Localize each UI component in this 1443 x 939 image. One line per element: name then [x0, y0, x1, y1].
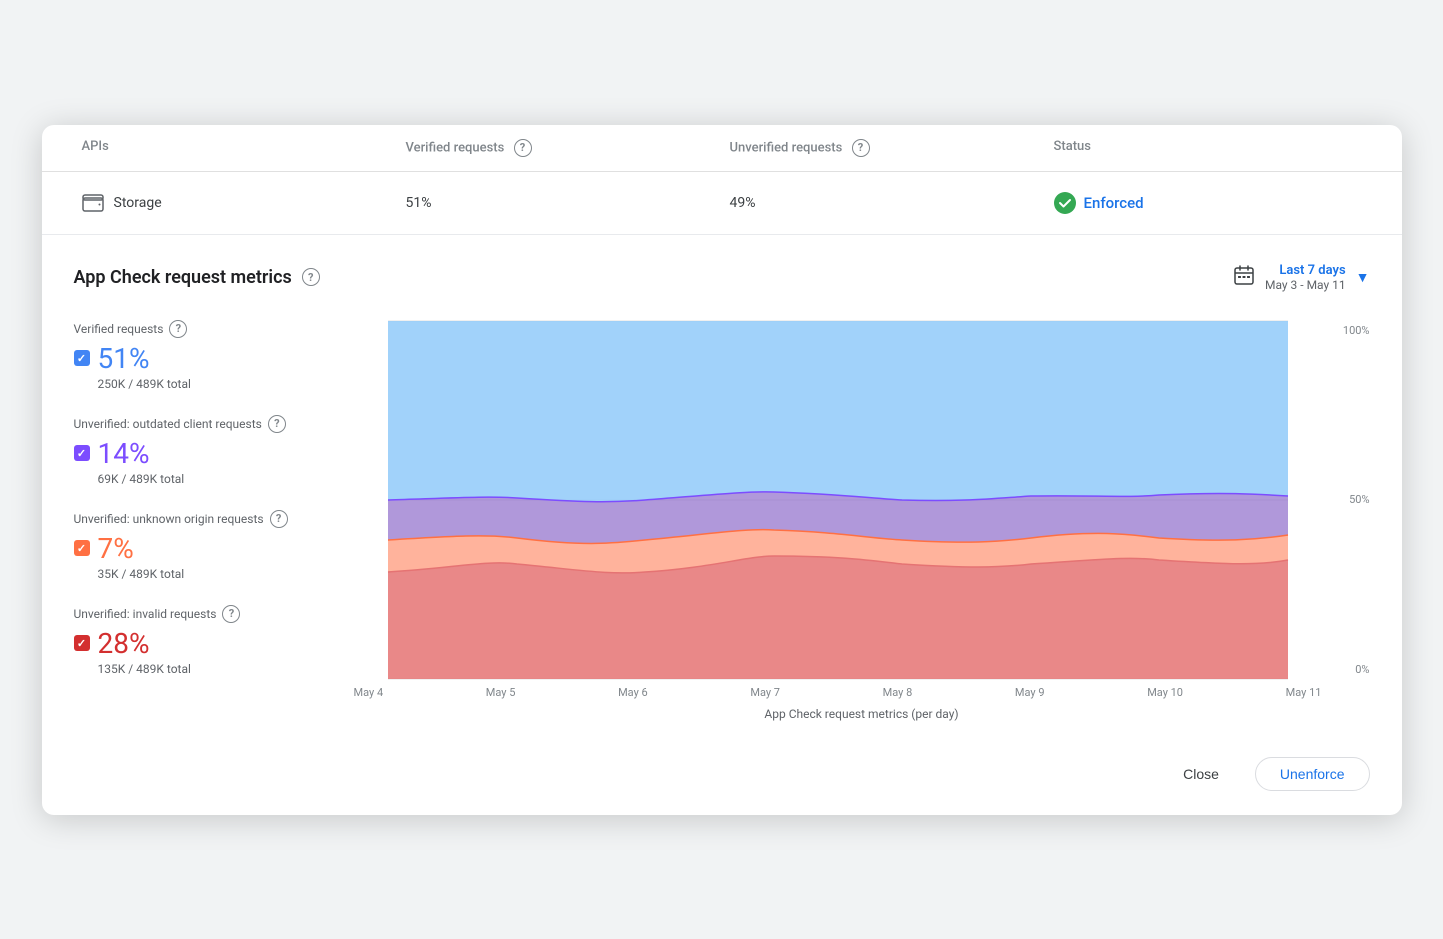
legend-item-unknown: Unverified: unknown origin requests ? ✓ …: [74, 510, 334, 581]
col-verified: Verified requests ?: [398, 125, 722, 171]
api-name-label: Storage: [114, 195, 162, 211]
legend-label-row-2: Unverified: unknown origin requests ?: [74, 510, 334, 528]
unenforce-button[interactable]: Unenforce: [1255, 757, 1370, 791]
col-unverified: Unverified requests ?: [722, 125, 1046, 171]
legend-value-0: ✓ 51%: [74, 342, 334, 375]
percent-invalid: 28%: [98, 627, 150, 660]
modal-footer: Close Unenforce: [42, 741, 1402, 815]
legend-item-outdated: Unverified: outdated client requests ? ✓…: [74, 415, 334, 486]
calendar-icon: [1233, 264, 1255, 291]
legend-label-0: Verified requests: [74, 322, 164, 336]
check-icon-1: ✓: [77, 447, 86, 460]
percent-verified: 51%: [98, 342, 150, 375]
legend-value-1: ✓ 14%: [74, 437, 334, 470]
date-range-sub: May 3 - May 11: [1265, 278, 1346, 292]
status-cell: Enforced: [1046, 172, 1370, 234]
percent-outdated: 14%: [98, 437, 150, 470]
legend-value-2: ✓ 7%: [74, 532, 334, 565]
count-unknown: 35K / 489K total: [98, 567, 334, 581]
table-header: APIs Verified requests ? Unverified requ…: [42, 125, 1402, 172]
chart-container: 100% 50% 0% May 4 May 5 May 6 May 7 May …: [354, 320, 1370, 721]
y-label-100: 100%: [1326, 324, 1370, 337]
date-range-label: Last 7 days: [1265, 263, 1346, 278]
x-label-may10: May 10: [1147, 686, 1183, 699]
metrics-title-row: App Check request metrics ?: [74, 267, 320, 288]
count-outdated: 69K / 489K total: [98, 472, 334, 486]
date-range-text: Last 7 days May 3 - May 11: [1265, 263, 1346, 292]
verified-cell: 51%: [398, 175, 722, 231]
checkbox-unknown[interactable]: ✓: [74, 540, 90, 556]
metrics-header: App Check request metrics ?: [74, 263, 1370, 292]
table-row: Storage 51% 49% Enforced: [42, 172, 1402, 235]
x-label-may6: May 6: [618, 686, 648, 699]
legend-label-row-0: Verified requests ?: [74, 320, 334, 338]
legend-item-invalid: Unverified: invalid requests ? ✓ 28% 135…: [74, 605, 334, 676]
col-apis: APIs: [74, 125, 398, 171]
verified-help-icon[interactable]: ?: [514, 139, 532, 157]
legend-label-1: Unverified: outdated client requests: [74, 417, 262, 431]
y-label-0: 0%: [1326, 663, 1370, 676]
legend-help-0[interactable]: ?: [169, 320, 187, 338]
x-label-may11: May 11: [1286, 686, 1322, 699]
dropdown-arrow-icon: ▼: [1356, 269, 1370, 286]
unverified-help-icon[interactable]: ?: [852, 139, 870, 157]
legend-help-3[interactable]: ?: [222, 605, 240, 623]
x-label-may5: May 5: [486, 686, 516, 699]
check-icon-3: ✓: [77, 637, 86, 650]
y-axis-labels: 100% 50% 0%: [1326, 320, 1370, 680]
close-button[interactable]: Close: [1159, 757, 1243, 791]
metrics-section: App Check request metrics ?: [42, 235, 1402, 741]
legend-label-2: Unverified: unknown origin requests: [74, 512, 264, 526]
x-label-may4: May 4: [354, 686, 384, 699]
area-invalid: [388, 556, 1288, 679]
percent-unknown: 7%: [98, 532, 134, 565]
area-verified: [388, 321, 1288, 502]
legend-item-verified: Verified requests ? ✓ 51% 250K / 489K to…: [74, 320, 334, 391]
legend-label-row-1: Unverified: outdated client requests ?: [74, 415, 334, 433]
enforced-check-icon: [1054, 192, 1076, 214]
legend-label-row-3: Unverified: invalid requests ?: [74, 605, 334, 623]
col-status: Status: [1046, 125, 1370, 171]
x-label-may7: May 7: [750, 686, 780, 699]
enforced-badge: Enforced: [1054, 192, 1144, 214]
checkbox-outdated[interactable]: ✓: [74, 445, 90, 461]
api-name-cell: Storage: [74, 174, 398, 232]
chart-area: 100% 50% 0% May 4 May 5 May 6 May 7 May …: [354, 320, 1370, 721]
storage-icon: [82, 194, 104, 212]
checkbox-invalid[interactable]: ✓: [74, 635, 90, 651]
x-axis-labels: May 4 May 5 May 6 May 7 May 8 May 9 May …: [354, 680, 1322, 699]
date-range-selector[interactable]: Last 7 days May 3 - May 11 ▼: [1233, 263, 1370, 292]
legend-label-3: Unverified: invalid requests: [74, 607, 217, 621]
check-icon-2: ✓: [77, 542, 86, 555]
legend-value-3: ✓ 28%: [74, 627, 334, 660]
legend-help-2[interactable]: ?: [270, 510, 288, 528]
metrics-title: App Check request metrics: [74, 267, 292, 288]
content-area: Verified requests ? ✓ 51% 250K / 489K to…: [74, 320, 1370, 721]
check-icon-0: ✓: [77, 352, 86, 365]
checkbox-verified[interactable]: ✓: [74, 350, 90, 366]
metrics-help-icon[interactable]: ?: [302, 268, 320, 286]
chart-caption: App Check request metrics (per day): [354, 707, 1370, 721]
enforced-label: Enforced: [1084, 194, 1144, 212]
modal-container: APIs Verified requests ? Unverified requ…: [42, 125, 1402, 815]
area-chart-svg: [354, 320, 1322, 680]
x-label-may9: May 9: [1015, 686, 1045, 699]
unverified-cell: 49%: [722, 175, 1046, 231]
legend-panel: Verified requests ? ✓ 51% 250K / 489K to…: [74, 320, 354, 721]
y-label-50: 50%: [1326, 493, 1370, 506]
count-invalid: 135K / 489K total: [98, 662, 334, 676]
x-label-may8: May 8: [883, 686, 913, 699]
count-verified: 250K / 489K total: [98, 377, 334, 391]
legend-help-1[interactable]: ?: [268, 415, 286, 433]
